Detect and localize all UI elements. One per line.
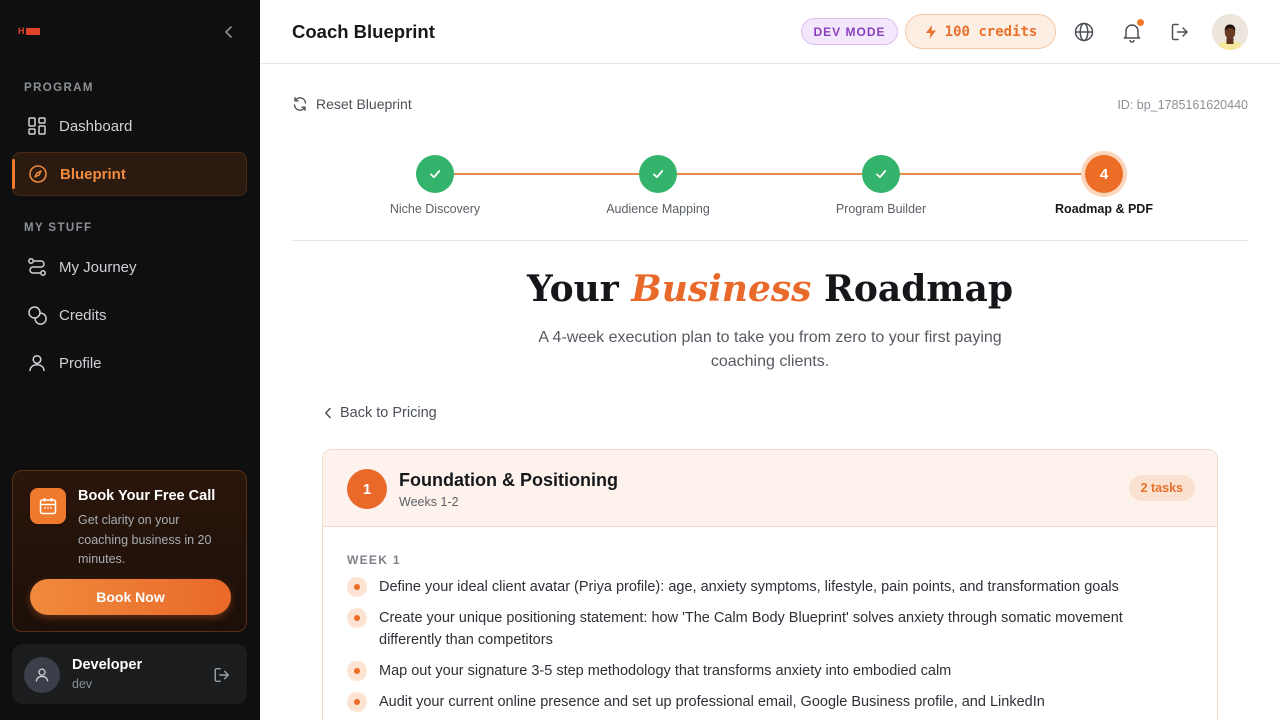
profile-avatar[interactable] — [1212, 14, 1248, 50]
task-text: Create your unique positioning statement… — [379, 610, 1123, 648]
grid-icon — [26, 115, 48, 137]
bullet-icon — [347, 661, 367, 681]
coins-icon — [26, 304, 48, 326]
task-item: Create your unique positioning statement… — [347, 607, 1167, 651]
title-part: Your — [527, 268, 632, 310]
check-icon — [639, 155, 677, 193]
task-text: Define your ideal client avatar (Priya p… — [379, 579, 1119, 595]
section-label-program: PROGRAM — [24, 82, 94, 94]
sidebar-item-dashboard[interactable]: Dashboard — [12, 104, 247, 148]
title-emphasis: Business — [631, 268, 812, 310]
promo-title: Book Your Free Call — [78, 488, 216, 504]
check-icon — [416, 155, 454, 193]
logout-button[interactable] — [1168, 20, 1192, 44]
chevron-left-icon — [225, 26, 232, 38]
sidebar-item-label: Credits — [59, 306, 107, 324]
top-bar: Coach Blueprint DEV MODE 100 credits — [260, 0, 1280, 64]
user-avatar — [24, 657, 60, 693]
notification-dot — [1137, 19, 1144, 26]
step-label: Niche Discovery — [389, 202, 481, 216]
step-roadmap-pdf[interactable]: 4 Roadmap & PDF — [1024, 155, 1184, 216]
task-item: Audit your current online presence and s… — [347, 691, 1167, 713]
week-label: WEEK 1 — [347, 553, 401, 567]
globe-icon — [1074, 22, 1094, 42]
blueprint-id: ID: bp_1785161620440 — [1117, 98, 1248, 112]
phase-header[interactable]: 1 Foundation & Positioning Weeks 1-2 2 t… — [323, 450, 1217, 527]
roadmap-subtitle: A 4-week execution plan to take you from… — [538, 329, 1002, 370]
language-button[interactable] — [1072, 20, 1096, 44]
reset-blueprint-button[interactable]: Reset Blueprint — [292, 96, 412, 112]
step-label: Audience Mapping — [606, 202, 710, 216]
dev-mode-badge: DEV MODE — [801, 18, 898, 45]
credits-label: 100 credits — [944, 23, 1038, 40]
lightning-icon — [925, 24, 936, 39]
book-now-button[interactable]: Book Now — [30, 579, 231, 615]
back-link-label: Back to Pricing — [340, 405, 437, 421]
bullet-icon — [347, 692, 367, 712]
sidebar-item-my-journey[interactable]: My Journey — [12, 245, 247, 289]
step-number: 4 — [1085, 155, 1123, 193]
logo-text: H — [18, 26, 25, 36]
sidebar-item-label: Profile — [59, 354, 102, 372]
reset-blueprint-label: Reset Blueprint — [316, 96, 412, 112]
logout-icon — [1171, 23, 1188, 41]
sidebar-item-label: Blueprint — [60, 165, 126, 183]
promo-description: Get clarity on your coaching business in… — [78, 513, 212, 566]
back-to-pricing-link[interactable]: Back to Pricing — [324, 405, 437, 421]
page-title: Coach Blueprint — [292, 21, 435, 42]
avatar-image — [1212, 14, 1248, 50]
step-program-builder[interactable]: Program Builder — [801, 155, 961, 216]
credits-badge[interactable]: 100 credits — [905, 14, 1056, 49]
sidebar-item-label: My Journey — [59, 258, 137, 276]
step-niche-discovery[interactable]: Niche Discovery — [355, 155, 515, 216]
book-call-promo: Book Your Free Call Get clarity on your … — [12, 470, 247, 632]
bullet-icon — [347, 608, 367, 628]
sidebar-logout-button[interactable] — [211, 664, 233, 686]
step-audience-mapping[interactable]: Audience Mapping — [578, 155, 738, 216]
check-icon — [862, 155, 900, 193]
main-content: Coach Blueprint DEV MODE 100 credits Res… — [260, 0, 1280, 720]
task-item: Map out your signature 3-5 step methodol… — [347, 660, 1167, 682]
tasks-count-badge: 2 tasks — [1128, 475, 1195, 501]
sidebar-item-blueprint[interactable]: Blueprint — [12, 152, 247, 196]
user-card[interactable]: Developer dev — [12, 644, 247, 704]
step-label: Roadmap & PDF — [1055, 202, 1153, 216]
phase-weeks: Weeks 1-2 — [399, 495, 459, 509]
task-text: Audit your current online presence and s… — [379, 694, 1045, 710]
phase-title: Foundation & Positioning — [399, 470, 618, 490]
compass-icon — [27, 163, 49, 185]
logout-icon — [214, 667, 230, 683]
user-name: Developer — [72, 657, 143, 673]
sidebar: H PROGRAM Dashboard Blueprint MY STUFF M… — [0, 0, 260, 720]
phase-card: 1 Foundation & Positioning Weeks 1-2 2 t… — [322, 449, 1218, 720]
task-text: Map out your signature 3-5 step methodol… — [379, 663, 952, 679]
user-icon — [26, 352, 48, 374]
logo-mark — [25, 27, 40, 35]
progress-stepper: Niche Discovery Audience Mapping Program… — [292, 150, 1248, 241]
app-logo[interactable]: H — [18, 26, 46, 36]
title-part: Roadmap — [811, 268, 1013, 310]
calendar-icon — [30, 488, 66, 524]
sidebar-item-profile[interactable]: Profile — [12, 341, 247, 385]
sidebar-item-label: Dashboard — [59, 117, 133, 135]
notifications-button[interactable] — [1120, 19, 1144, 44]
step-label: Program Builder — [835, 202, 927, 216]
route-icon — [26, 256, 48, 278]
task-item: Define your ideal client avatar (Priya p… — [347, 576, 1167, 598]
user-icon — [35, 668, 49, 682]
collapse-sidebar-button[interactable] — [219, 22, 239, 42]
sidebar-item-credits[interactable]: Credits — [12, 293, 247, 337]
chevron-left-icon — [325, 407, 331, 419]
section-label-my-stuff: MY STUFF — [24, 222, 93, 234]
roadmap-title: Your Business Roadmap — [260, 268, 1280, 310]
bullet-icon — [347, 577, 367, 597]
refresh-icon — [293, 97, 307, 111]
phase-number: 1 — [347, 469, 387, 509]
user-handle: dev — [72, 677, 93, 691]
